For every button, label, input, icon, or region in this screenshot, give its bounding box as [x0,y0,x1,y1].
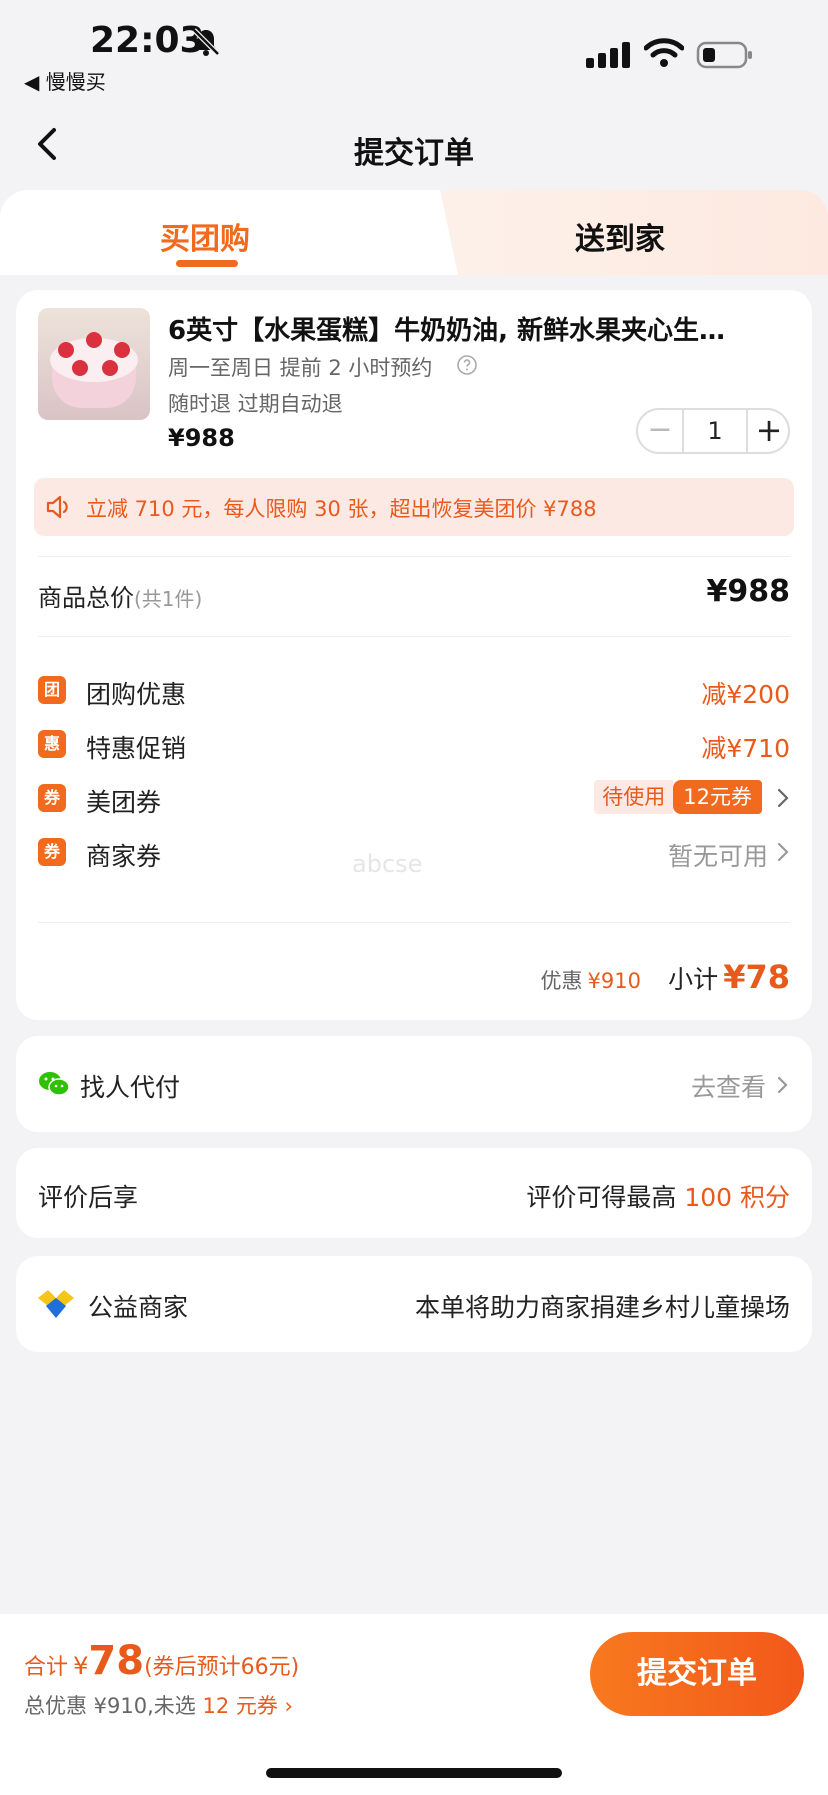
review-points: 100 积分 [684,1183,790,1212]
meituan-coupon-row[interactable]: 券 美团券 待使用 12元券 [38,778,790,818]
page-title: 提交订单 [354,136,474,171]
group-discount-label: 团购优惠 [86,680,187,709]
subtotal-label: 小计 [668,965,719,994]
charity-logo-icon [38,1290,74,1318]
group-discount-row: 团 团购优惠 减¥200 [38,670,790,710]
help-circle-icon[interactable] [456,354,478,376]
coupon-badge-icon: 券 [38,838,66,866]
bell-muted-icon [192,28,220,56]
items-total-label: 商品总价(共1件) [38,584,203,612]
charity-text: 本单将助力商家捐建乡村儿童操场 [414,1293,790,1322]
tab-delivery-label[interactable]: 送到家 [575,214,665,258]
unselected-coupon-link[interactable]: 12 元券 › [202,1694,292,1718]
pay-for-me-link[interactable]: 去查看 [691,1068,766,1104]
coupon-amount-tag: 12元券 [673,780,762,814]
quantity-stepper: − 1 + [636,408,790,454]
order-card: 6英寸【水果蛋糕】牛奶奶油, 新鲜水果夹心生… 周一至周日 提前 2 小时预约 … [16,290,812,1020]
nav-bar: 提交订单 [0,100,828,194]
pay-for-me-label: 找人代付 [80,1073,181,1102]
coupon-badge-icon: 券 [38,784,66,812]
wifi-icon [644,38,684,67]
special-promo-label: 特惠促销 [86,734,187,763]
divider [38,636,790,637]
wechat-icon [39,1072,70,1096]
review-reward-label: 评价后享 [38,1183,139,1212]
promo-notice-text: 立减 710 元，每人限购 30 张，超出恢复美团价 ¥788 [86,497,597,521]
total-savings: 总优惠 ¥910,未选 12 元券 › [24,1694,293,1718]
subtotal-row: 优惠 ¥910 小计 ¥78 [540,958,790,996]
merchant-coupon-label: 商家券 [86,842,162,871]
review-reward-card: 评价后享 评价可得最高 100 积分 [16,1148,812,1238]
speaker-icon [46,495,68,519]
submit-order-button[interactable]: 提交订单 [590,1632,804,1716]
product-image[interactable] [38,308,150,420]
back-to-app-link[interactable]: ◀ 慢慢买 [24,66,106,95]
charity-label: 公益商家 [88,1293,189,1322]
pay-for-me-card[interactable]: 找人代付 去查看 [16,1036,812,1132]
battery-icon [696,41,752,69]
items-total-value: ¥988 [706,574,791,609]
watermark: abcse [352,850,423,878]
meituan-coupon-label: 美团券 [86,788,162,817]
tab-group-buy-label[interactable]: 买团购 [160,214,250,258]
chevron-right-icon[interactable] [776,786,790,810]
chevron-right-icon[interactable] [776,1074,790,1096]
coupon-pending-tag: 待使用 [594,780,674,814]
divider [38,556,790,557]
checkout-bar: 合计 ¥78(券后预计66元) 总优惠 ¥910,未选 12 元券 › 提交订单 [0,1614,828,1795]
chevron-right-icon[interactable] [776,840,790,864]
merchant-coupon-value[interactable]: 暂无可用 [668,837,768,873]
items-count: (共1件) [134,587,203,611]
promo-badge-icon: 惠 [38,730,66,758]
order-total-currency: ¥ [73,1652,89,1680]
product-refund-policy: 随时退 过期自动退 [168,392,343,416]
order-total-note: (券后预计66元) [144,1655,300,1680]
special-promo-row: 惠 特惠促销 减¥710 [38,724,790,764]
group-badge-icon: 团 [38,676,66,704]
charity-card: 公益商家 本单将助力商家捐建乡村儿童操场 [16,1256,812,1352]
order-total-value: 78 [88,1638,145,1684]
group-discount-value: 减¥200 [701,680,790,709]
status-bar: 22:03 ◀ 慢慢买 [0,0,828,100]
increase-button[interactable]: + [748,410,790,452]
discount-value: ¥910 [587,969,641,993]
subtotal-value: ¥78 [723,958,790,996]
product-title[interactable]: 6英寸【水果蛋糕】牛奶奶油, 新鲜水果夹心生… [168,310,788,347]
special-promo-value: 减¥710 [701,734,790,763]
review-reward-text: 评价可得最高 100 积分 [526,1183,790,1212]
product-booking-info: 周一至周日 提前 2 小时预约 [168,356,433,380]
divider [38,922,790,923]
discount-label: 优惠 [540,969,583,993]
tab-active-indicator [176,260,238,267]
decrease-button[interactable]: − [638,410,682,452]
order-total-label: 合计 [24,1655,69,1680]
product-price: ¥988 [168,424,235,452]
order-total: 合计 ¥78(券后预计66元) [24,1638,299,1684]
coupon-selector[interactable]: 待使用 12元券 [594,780,762,816]
signal-icon [586,42,630,68]
status-time: 22:03 [90,20,205,61]
home-indicator [266,1768,562,1778]
promo-notice: 立减 710 元，每人限购 30 张，超出恢复美团价 ¥788 [34,478,794,536]
order-type-tabs: 买团购 送到家 [0,190,828,275]
quantity-value[interactable]: 1 [684,410,746,452]
